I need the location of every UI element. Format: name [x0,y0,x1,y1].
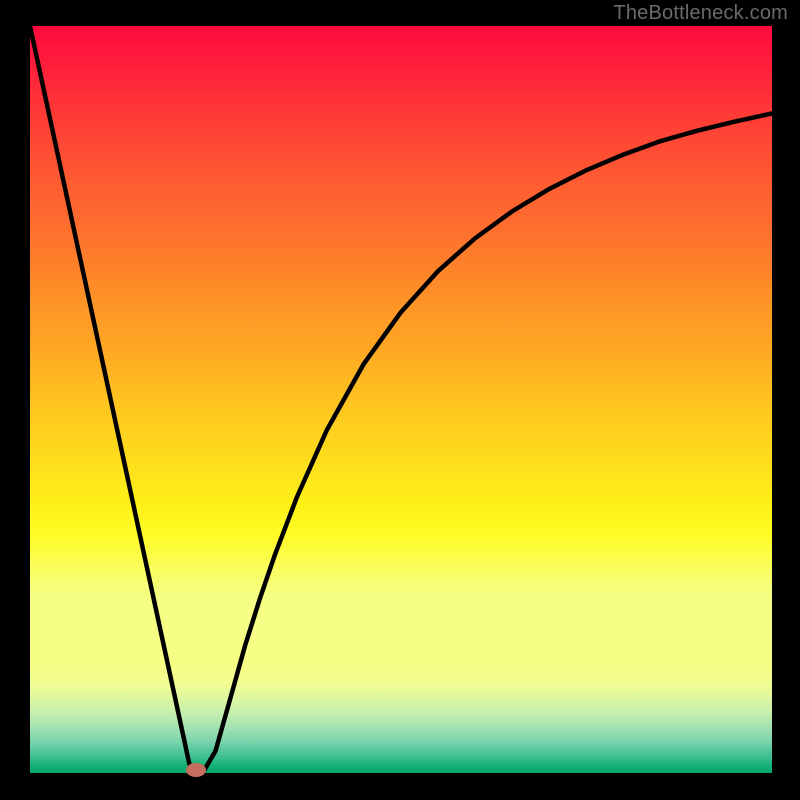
plot-area [30,26,772,773]
chart-frame: TheBottleneck.com [0,0,800,800]
optimal-point-marker [186,763,206,777]
watermark-text: TheBottleneck.com [613,2,788,25]
bottleneck-curve [30,26,772,773]
